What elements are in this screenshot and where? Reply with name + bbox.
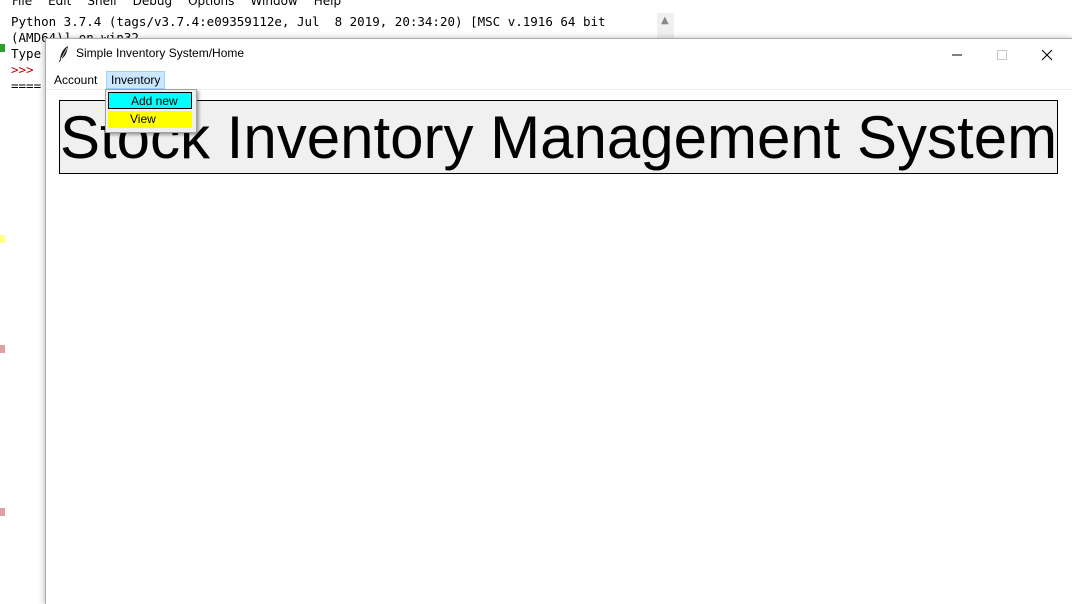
menubar: Account Inventory (46, 70, 1072, 90)
gutter-mark (0, 44, 5, 52)
maximize-button[interactable] (979, 39, 1025, 70)
shell-menu-shell[interactable]: Shell (87, 0, 116, 8)
shell-line: Python 3.7.4 (tags/v3.7.4:e09359112e, Ju… (11, 14, 606, 29)
scroll-up-icon[interactable]: ▲ (661, 15, 669, 26)
gutter-mark (0, 235, 5, 243)
close-button[interactable] (1024, 39, 1070, 70)
shell-menu-debug[interactable]: Debug (133, 0, 172, 8)
title-banner: Stock Inventory Management System (59, 100, 1058, 174)
menubar-divider (46, 89, 1072, 90)
window-title: Simple Inventory System/Home (76, 46, 245, 60)
gutter-mark (0, 508, 5, 516)
minimize-icon (952, 54, 962, 55)
shell-menu-options[interactable]: Options (188, 0, 234, 8)
maximize-icon (997, 49, 1007, 60)
feather-icon (59, 46, 68, 62)
gutter-mark (0, 345, 5, 353)
menu-account[interactable]: Account (50, 71, 101, 89)
shell-gutter (0, 0, 6, 603)
shell-menu-help[interactable]: Help (314, 0, 341, 8)
inventory-dropdown: Add new View (105, 89, 197, 133)
banner-title: Stock Inventory Management System (59, 103, 1058, 171)
shell-menu-edit[interactable]: Edit (48, 0, 71, 8)
close-icon (1041, 49, 1053, 60)
title-bar[interactable]: Simple Inventory System/Home (46, 39, 1072, 70)
menu-item-view[interactable]: View (108, 111, 192, 128)
menu-item-add-new[interactable]: Add new (108, 92, 192, 109)
app-window: Simple Inventory System/Home Account Inv… (45, 38, 1072, 604)
minimize-button[interactable] (934, 39, 980, 70)
shell-menu-window[interactable]: Window (250, 0, 297, 8)
shell-menubar: File Edit Shell Debug Options Window Hel… (0, 0, 345, 8)
shell-menu-file[interactable]: File (12, 0, 32, 8)
menu-inventory[interactable]: Inventory (106, 71, 166, 89)
